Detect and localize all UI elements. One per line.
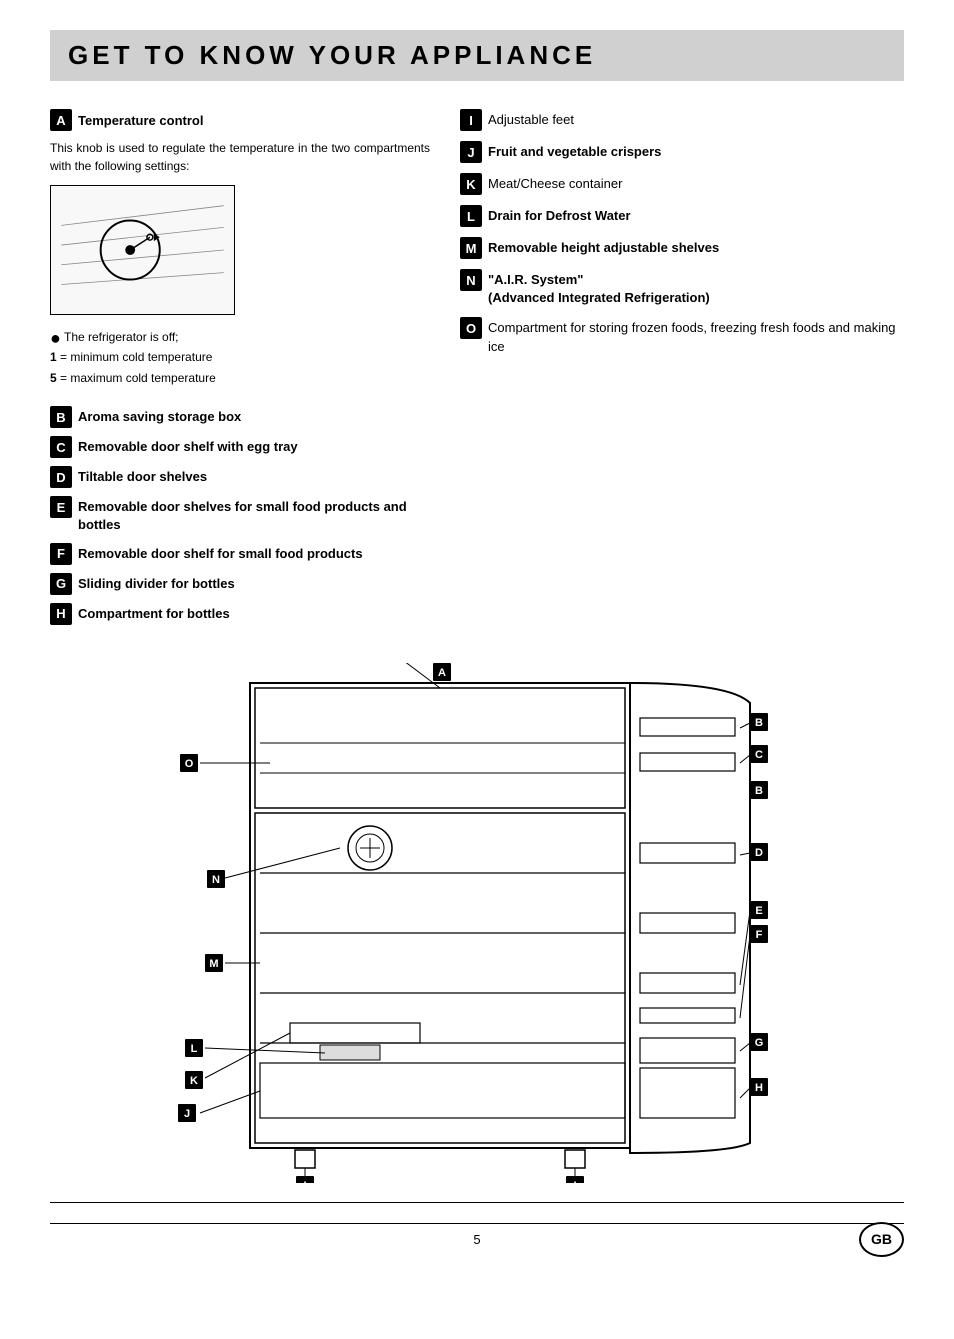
bottom-section: A O N M L K J <box>50 653 904 1186</box>
page-number: 5 <box>473 1232 480 1247</box>
item-l-text: Drain for Defrost Water <box>488 205 631 225</box>
list-item: B Aroma saving storage box <box>50 406 430 428</box>
title-bar: GET TO KNOW YOUR APPLIANCE <box>50 30 904 81</box>
item-e-text: Removable door shelves for small food pr… <box>78 496 430 534</box>
badge-l: L <box>460 205 482 227</box>
svg-text:C: C <box>755 749 763 761</box>
badge-k: K <box>460 173 482 195</box>
gb-badge: GB <box>859 1222 904 1257</box>
item-c-text: Removable door shelf with egg tray <box>78 436 298 456</box>
page: GET TO KNOW YOUR APPLIANCE A Temperature… <box>0 0 954 1339</box>
svg-text:D: D <box>755 847 763 859</box>
item-f-text: Removable door shelf for small food prod… <box>78 543 363 563</box>
badge-a: A <box>50 109 72 131</box>
svg-text:M: M <box>209 958 218 970</box>
section-a-description: This knob is used to regulate the temper… <box>50 139 430 175</box>
svg-text:E: E <box>755 905 762 917</box>
list-item: M Removable height adjustable shelves <box>460 237 904 259</box>
svg-text:J: J <box>184 1108 190 1120</box>
list-item: L Drain for Defrost Water <box>460 205 904 227</box>
list-item: K Meat/Cheese container <box>460 173 904 195</box>
list-item: N "A.I.R. System" (Advanced Integrated R… <box>460 269 904 307</box>
temp-notes: ● The refrigerator is off; 1 = minimum c… <box>50 327 430 388</box>
list-item: I Adjustable feet <box>460 109 904 131</box>
temp-note-2: 5 = maximum cold temperature <box>50 368 430 388</box>
footer-separator <box>50 1202 904 1203</box>
page-title: GET TO KNOW YOUR APPLIANCE <box>68 40 886 71</box>
temp-note-1: 1 = minimum cold temperature <box>50 347 430 367</box>
item-m-text: Removable height adjustable shelves <box>488 237 719 257</box>
svg-text:I: I <box>573 1180 576 1183</box>
svg-text:B: B <box>755 717 763 729</box>
badge-e: E <box>50 496 72 518</box>
item-i-text: Adjustable feet <box>488 109 574 129</box>
badge-i: I <box>460 109 482 131</box>
content-area: A Temperature control This knob is used … <box>50 109 904 633</box>
badge-o: O <box>460 317 482 339</box>
list-item: C Removable door shelf with egg tray <box>50 436 430 458</box>
badge-j: J <box>460 141 482 163</box>
item-d-text: Tiltable door shelves <box>78 466 207 486</box>
svg-text:K: K <box>190 1075 198 1087</box>
svg-text:N: N <box>212 874 220 886</box>
badge-d: D <box>50 466 72 488</box>
diagram-container: A O N M L K J <box>50 663 904 1186</box>
fridge-diagram: A O N M L K J <box>50 663 910 1183</box>
svg-text:B: B <box>755 785 763 797</box>
item-j-text: Fruit and vegetable crispers <box>488 141 661 161</box>
svg-text:L: L <box>191 1043 198 1055</box>
badge-h: H <box>50 603 72 625</box>
section-a: A Temperature control This knob is used … <box>50 109 430 388</box>
list-item: F Removable door shelf for small food pr… <box>50 543 430 565</box>
list-item: J Fruit and vegetable crispers <box>460 141 904 163</box>
svg-text:G: G <box>755 1037 764 1049</box>
badge-c: C <box>50 436 72 458</box>
svg-text:A: A <box>438 667 446 679</box>
svg-text:F: F <box>756 929 763 941</box>
badge-g: G <box>50 573 72 595</box>
item-n-text: "A.I.R. System" (Advanced Integrated Ref… <box>488 269 710 307</box>
left-items-list: B Aroma saving storage box C Removable d… <box>50 406 430 624</box>
badge-n: N <box>460 269 482 291</box>
svg-text:O: O <box>185 758 194 770</box>
right-column: I Adjustable feet J Fruit and vegetable … <box>460 109 904 633</box>
list-item: E Removable door shelves for small food … <box>50 496 430 534</box>
badge-f: F <box>50 543 72 565</box>
knob-illustration <box>50 185 235 315</box>
list-item: O Compartment for storing frozen foods, … <box>460 317 904 355</box>
badge-b: B <box>50 406 72 428</box>
section-a-heading: Temperature control <box>78 113 203 128</box>
item-k-text: Meat/Cheese container <box>488 173 622 193</box>
section-a-title: A Temperature control <box>50 109 430 131</box>
left-column: A Temperature control This knob is used … <box>50 109 430 633</box>
svg-text:I: I <box>303 1180 306 1183</box>
item-b-text: Aroma saving storage box <box>78 406 241 426</box>
footer: 5 GB <box>50 1223 904 1247</box>
item-g-text: Sliding divider for bottles <box>78 573 235 593</box>
list-item: G Sliding divider for bottles <box>50 573 430 595</box>
item-h-text: Compartment for bottles <box>78 603 230 623</box>
svg-text:H: H <box>755 1082 763 1094</box>
list-item: D Tiltable door shelves <box>50 466 430 488</box>
badge-m: M <box>460 237 482 259</box>
temp-note-0: ● The refrigerator is off; <box>50 327 430 347</box>
list-item: H Compartment for bottles <box>50 603 430 625</box>
item-o-text: Compartment for storing frozen foods, fr… <box>488 317 904 355</box>
